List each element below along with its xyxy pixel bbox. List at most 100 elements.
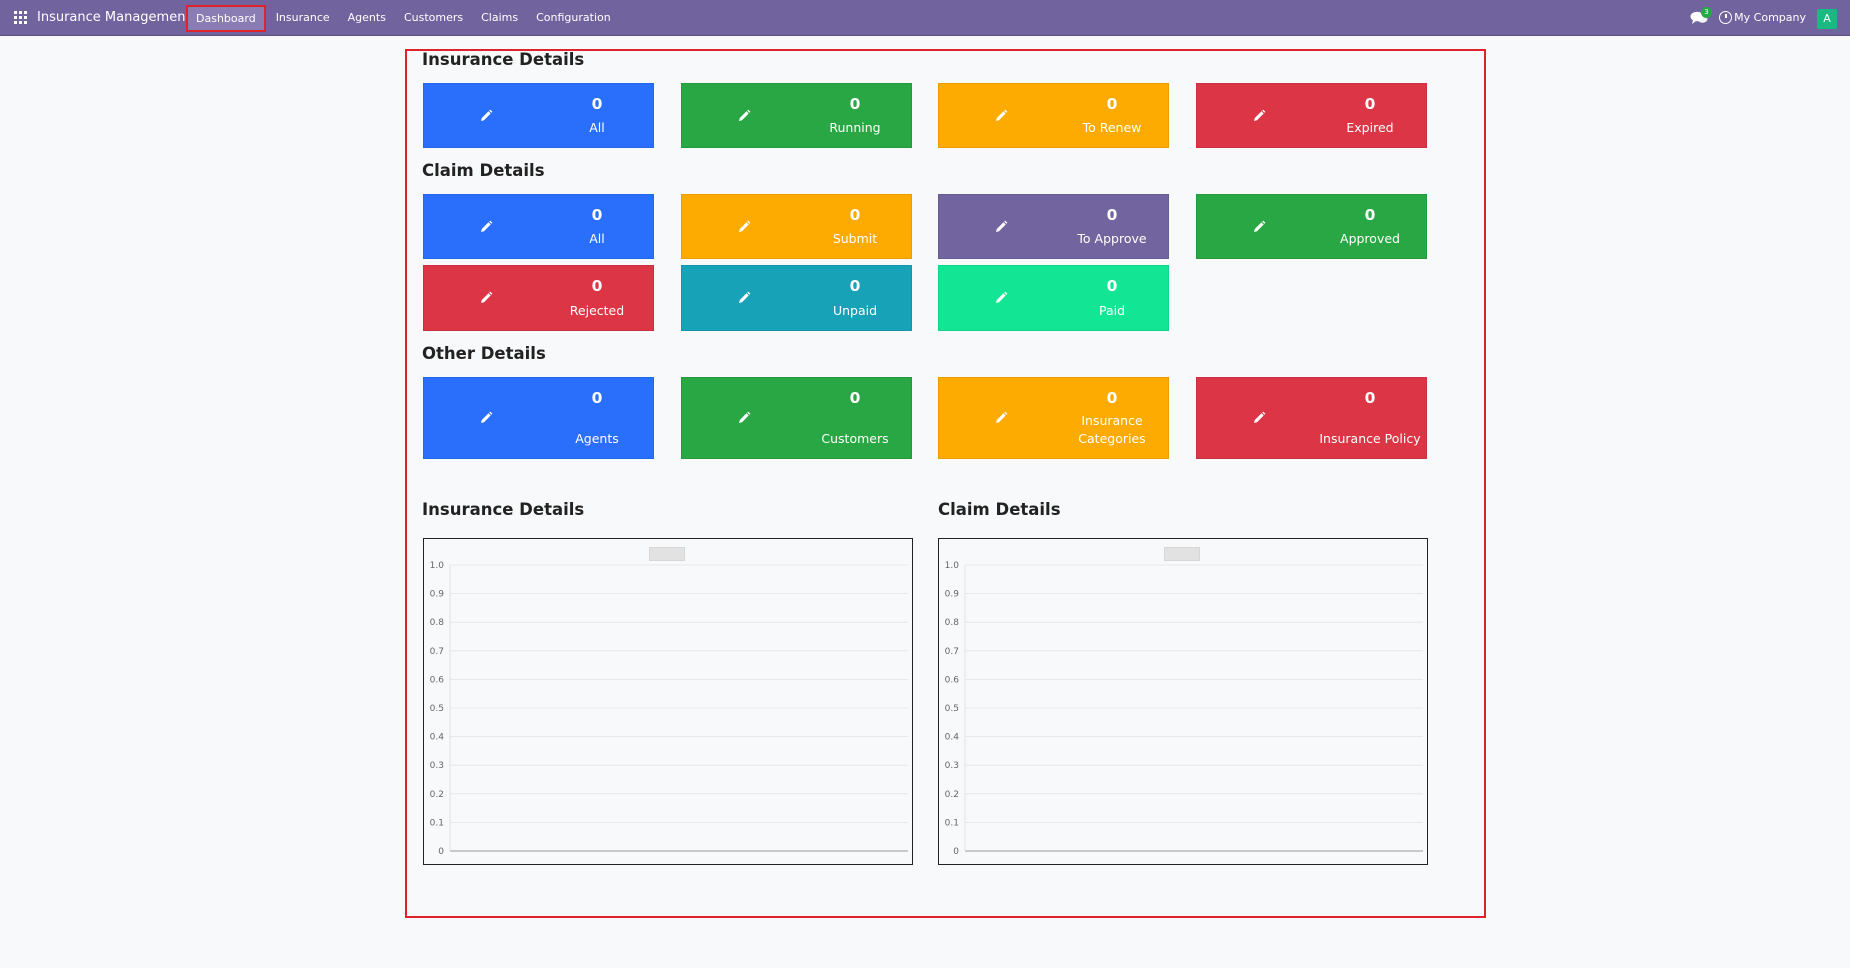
pencil-icon [996, 109, 1008, 121]
y-tick-label: 0.1 [945, 818, 959, 828]
pencil-icon [481, 109, 493, 121]
card-count: 0 [1364, 95, 1376, 113]
app-name[interactable]: Insurance Management [37, 0, 191, 36]
y-tick-label: 0.9 [945, 590, 960, 600]
y-tick-label: 0.4 [430, 733, 445, 743]
company-switcher[interactable]: My Company [1734, 0, 1806, 36]
insurance-running-card[interactable]: 0 Running [681, 83, 912, 148]
card-label: Rejected [569, 303, 625, 318]
y-tick-label: 0.1 [430, 818, 444, 828]
claim-submit-card[interactable]: 0 Submit [681, 194, 912, 259]
card-label: Agents [575, 431, 619, 446]
y-tick-label: 0.8 [430, 618, 445, 628]
card-label: Paid [1098, 303, 1126, 318]
menu-claims[interactable]: Claims [473, 7, 526, 29]
pencil-icon [739, 220, 751, 232]
insurance-chart-svg: 0 0.1 0.2 0.3 0.4 0.5 0.6 0.7 0.8 0.9 1.0 [430, 561, 908, 857]
menu-agents[interactable]: Agents [340, 7, 394, 29]
y-tick-label: 0.3 [945, 761, 959, 771]
y-tick-label: 0.2 [945, 790, 959, 800]
insurance-chart-title: Insurance Details [422, 500, 585, 519]
claim-rejected-card[interactable]: 0 Rejected [423, 265, 654, 331]
other-agents-card[interactable]: 0 Agents [423, 377, 654, 459]
other-insurance-policy-card[interactable]: 0 Insurance Policy [1196, 377, 1427, 459]
pencil-icon [739, 291, 751, 303]
pencil-icon [996, 220, 1008, 232]
card-count: 0 [591, 206, 603, 224]
pencil-icon [739, 411, 751, 423]
y-tick-label: 0.6 [430, 675, 445, 685]
card-count: 0 [849, 277, 861, 295]
claim-paid-card[interactable]: 0 Paid [938, 265, 1169, 331]
menu-configuration[interactable]: Configuration [528, 7, 619, 29]
activity-clock-icon[interactable] [1719, 11, 1732, 24]
menu-insurance[interactable]: Insurance [268, 7, 338, 29]
card-label: Expired [1346, 120, 1394, 135]
card-label: Insurance Policy [1319, 431, 1421, 446]
card-count: 0 [1106, 206, 1118, 224]
insurance-expired-card[interactable]: 0 Expired [1196, 83, 1427, 148]
card-count: 0 [591, 95, 603, 113]
y-tick-label: 0.4 [945, 733, 960, 743]
pencil-icon [481, 220, 493, 232]
y-tick-label: 1.0 [430, 561, 445, 571]
card-count: 0 [591, 277, 603, 295]
app-menu-icon[interactable] [14, 11, 28, 25]
claim-unpaid-card[interactable]: 0 Unpaid [681, 265, 912, 331]
y-tick-label: 0.3 [430, 761, 444, 771]
pencil-icon [481, 291, 493, 303]
y-tick-label: 0.5 [945, 704, 959, 714]
card-count: 0 [849, 95, 861, 113]
pencil-icon [481, 411, 493, 423]
menu-customers[interactable]: Customers [396, 7, 471, 29]
top-navbar: Insurance Management Dashboard Insurance… [0, 0, 1850, 36]
y-tick-label: 0.6 [945, 675, 960, 685]
claim-details-title: Claim Details [422, 161, 545, 180]
other-insurance-categories-card[interactable]: 0 Insurance Categories [938, 377, 1169, 459]
pencil-icon [996, 411, 1008, 423]
claim-chart-svg: 0 0.1 0.2 0.3 0.4 0.5 0.6 0.7 0.8 0.9 1.0 [945, 561, 1423, 857]
y-tick-label: 1.0 [945, 561, 960, 571]
card-count: 0 [849, 389, 861, 407]
card-label: All [589, 120, 605, 135]
y-tick-label: 0 [953, 847, 959, 857]
pencil-icon [1254, 220, 1266, 232]
y-tick-label: 0.5 [430, 704, 444, 714]
pencil-icon [739, 109, 751, 121]
card-label: To Renew [1082, 120, 1142, 135]
card-label: Customers [821, 431, 889, 446]
claim-chart-title: Claim Details [938, 500, 1061, 519]
pencil-icon [1254, 109, 1266, 121]
card-label: Running [829, 120, 881, 135]
pencil-icon [996, 291, 1008, 303]
y-tick-label: 0.7 [945, 647, 959, 657]
y-tick-label: 0 [438, 847, 444, 857]
card-label: To Approve [1077, 231, 1147, 246]
other-details-title: Other Details [422, 344, 546, 363]
card-count: 0 [591, 389, 603, 407]
pencil-icon [1254, 411, 1266, 423]
claim-approved-card[interactable]: 0 Approved [1196, 194, 1427, 259]
other-customers-card[interactable]: 0 Customers [681, 377, 912, 459]
claim-to-approve-card[interactable]: 0 To Approve [938, 194, 1169, 259]
claim-chart: 0 0.1 0.2 0.3 0.4 0.5 0.6 0.7 0.8 0.9 1.0 [938, 538, 1428, 865]
insurance-chart: 0 0.1 0.2 0.3 0.4 0.5 0.6 0.7 0.8 0.9 1.0 [423, 538, 913, 865]
card-label: Insurance Categories [1078, 413, 1146, 446]
card-label: Approved [1340, 231, 1400, 246]
menu-dashboard[interactable]: Dashboard [186, 4, 266, 32]
user-avatar[interactable]: A [1817, 9, 1837, 29]
card-count: 0 [1106, 389, 1118, 407]
y-tick-label: 0.2 [430, 790, 444, 800]
insurance-details-title: Insurance Details [422, 50, 585, 69]
claim-all-card[interactable]: 0 All [423, 194, 654, 259]
card-label: Unpaid [832, 303, 878, 318]
chat-badge: 3 [1701, 7, 1712, 18]
card-count: 0 [1364, 389, 1376, 407]
insurance-to-renew-card[interactable]: 0 To Renew [938, 83, 1169, 148]
card-label: All [589, 231, 605, 246]
insurance-all-card[interactable]: 0 All [423, 83, 654, 148]
card-count: 0 [849, 206, 861, 224]
main-menu: Dashboard Insurance Agents Customers Cla… [186, 0, 621, 36]
y-tick-label: 0.7 [430, 647, 444, 657]
card-label: Submit [832, 231, 878, 246]
